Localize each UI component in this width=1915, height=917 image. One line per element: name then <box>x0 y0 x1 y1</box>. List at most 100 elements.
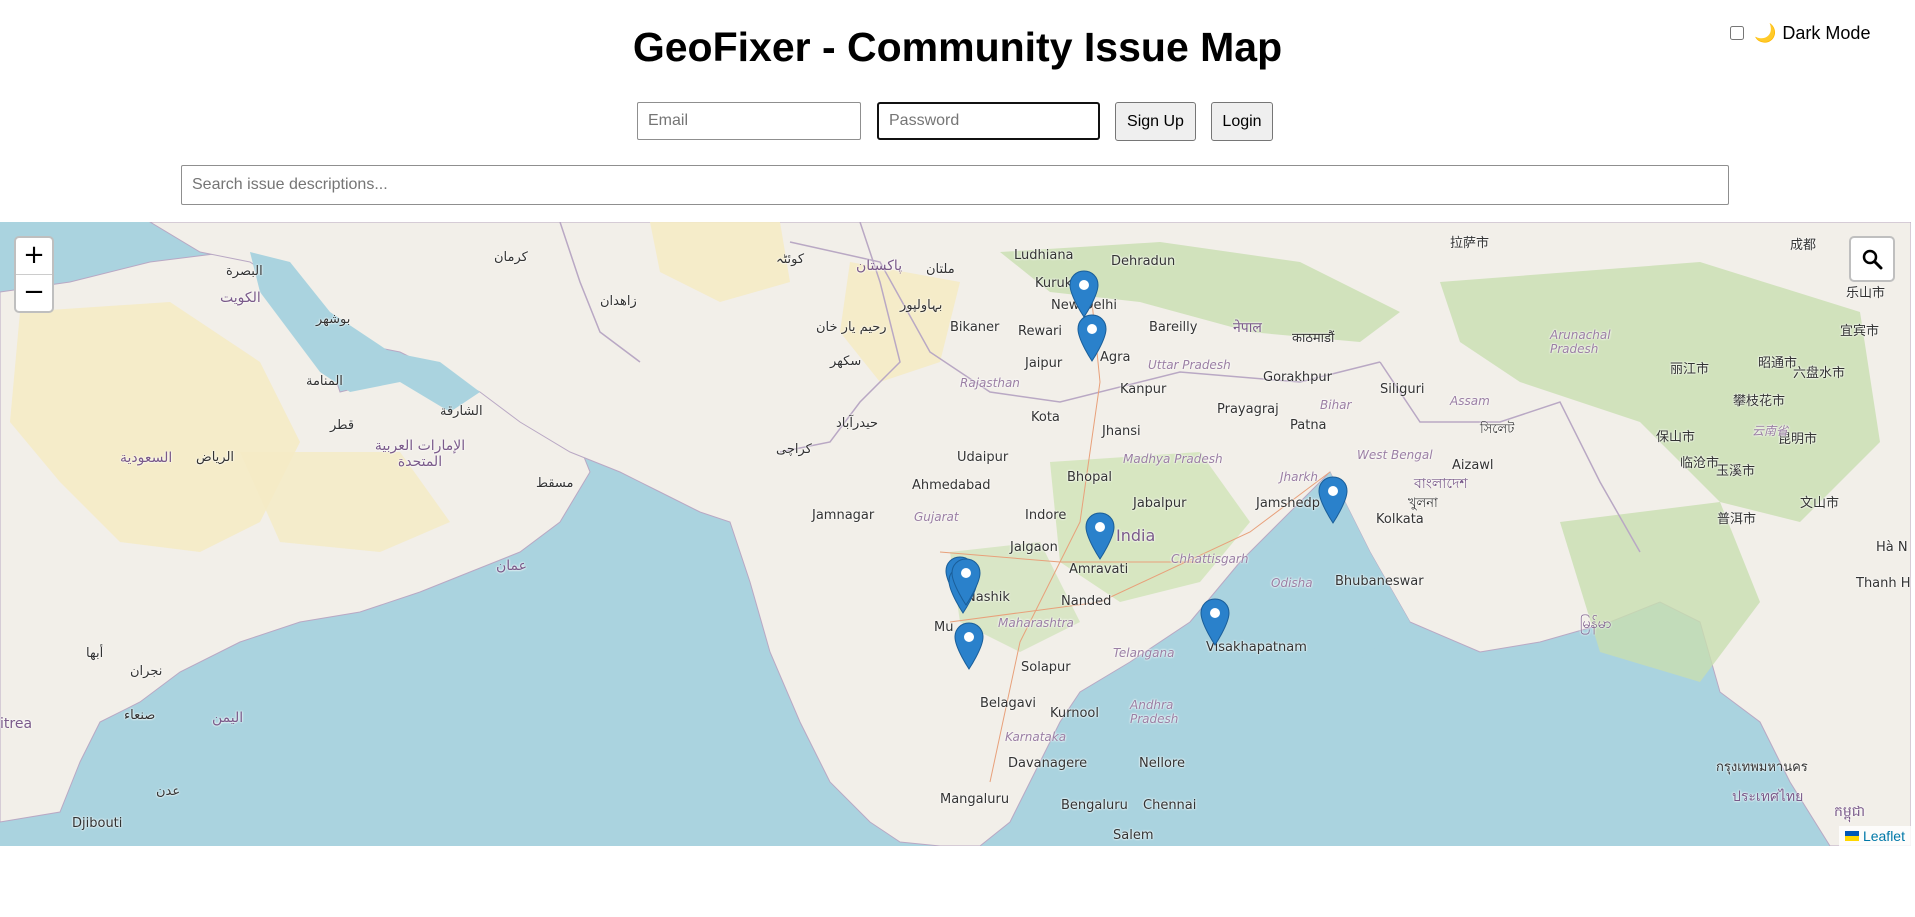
label-rajasthan: Rajasthan <box>960 376 1020 390</box>
ukraine-flag-icon <box>1844 831 1859 841</box>
label-kurukshetra: Kuruk <box>1035 276 1073 291</box>
label-zhaotong: 昭通市 <box>1758 356 1798 371</box>
label-rewari: Rewari <box>1018 324 1063 339</box>
label-cambodia: កម្ពុជា <box>1834 804 1866 820</box>
label-saudi: السعودية <box>120 450 173 466</box>
label-jamshedpur: Jamshedp <box>1256 496 1320 511</box>
label-sanaa: صنعاء <box>124 708 156 723</box>
label-jamnagar: Jamnagar <box>812 508 875 523</box>
label-nellore: Nellore <box>1139 756 1185 771</box>
label-yunnan: 云南省 <box>1752 424 1789 438</box>
label-djibouti: Djibouti <box>72 816 123 831</box>
label-bihar: Bihar <box>1320 398 1352 412</box>
label-lincang: 临沧市 <box>1680 456 1720 471</box>
label-bhopal: Bhopal <box>1067 470 1112 485</box>
label-quetta: کوئٹہ <box>776 252 805 267</box>
label-uae: الإمارات العربية المتحدة <box>374 438 466 470</box>
label-west-bengal: West Bengal <box>1357 448 1433 462</box>
zoom-control: + − <box>14 236 54 313</box>
label-kota: Kota <box>1031 410 1060 425</box>
zoom-out-button[interactable]: − <box>16 274 52 311</box>
label-amravati: Amravati <box>1069 562 1129 577</box>
label-jalgaon: Jalgaon <box>1010 540 1058 555</box>
label-bikaner: Bikaner <box>950 320 1000 335</box>
label-india: India <box>1116 526 1156 545</box>
label-yemen: اليمن <box>212 710 244 726</box>
label-kerman: کرمان <box>494 250 528 265</box>
label-kathmandu: काठमाडौं <box>1292 331 1335 346</box>
label-thailand: ประเทศไทย <box>1732 789 1804 805</box>
dark-mode-checkbox[interactable] <box>1730 26 1744 40</box>
map-attribution: Leaflet <box>1838 826 1911 846</box>
label-bangladesh: বাংলাদেশ <box>1414 476 1468 492</box>
label-basra: البصرة <box>226 264 263 279</box>
label-ahmedabad: Ahmedabad <box>912 478 991 493</box>
dark-mode-label: Dark Mode <box>1782 22 1871 43</box>
issue-marker[interactable] <box>1200 598 1230 646</box>
page-title: GeoFixer - Community Issue Map <box>632 24 1283 70</box>
dark-mode-toggle[interactable]: 🌙 Dark Mode <box>1730 21 1870 45</box>
label-baoshan: 保山市 <box>1656 430 1696 445</box>
password-field[interactable] <box>877 102 1100 140</box>
label-qatar: قطر <box>330 418 355 433</box>
label-davanagere: Davanagere <box>1008 756 1088 771</box>
label-chennai: Chennai <box>1143 798 1197 813</box>
map-search-button[interactable] <box>1849 236 1895 282</box>
label-dehradun: Dehradun <box>1111 254 1176 269</box>
label-pakistan: پاکستان <box>856 258 903 274</box>
issue-marker[interactable] <box>1318 476 1348 524</box>
label-puer: 普洱市 <box>1717 512 1757 527</box>
label-thanh: Thanh H <box>1856 576 1911 591</box>
label-siliguri: Siliguri <box>1380 382 1425 397</box>
label-lhasa: 拉萨市 <box>1450 236 1490 251</box>
label-nepal: नेपाल <box>1233 320 1262 336</box>
issue-marker[interactable] <box>1069 270 1099 318</box>
label-rahim-yar-khan: رحیم یار خان <box>816 320 887 335</box>
label-sylhet: সিলেট <box>1480 422 1515 437</box>
label-ludhiana: Ludhiana <box>1014 248 1074 263</box>
label-abha: أبها <box>86 646 104 661</box>
leaflet-link[interactable]: Leaflet <box>1863 828 1905 844</box>
search-input[interactable] <box>181 165 1729 205</box>
label-panzhihua: 攀枝花市 <box>1733 394 1786 409</box>
issue-marker[interactable] <box>1077 314 1107 362</box>
label-muscat: مسقط <box>536 476 574 491</box>
label-gorakhpur: Gorakhpur <box>1263 370 1332 385</box>
moon-icon: 🌙 <box>1754 22 1777 43</box>
label-lijiang: 丽江市 <box>1670 362 1710 377</box>
label-mangaluru: Mangaluru <box>940 792 1010 807</box>
label-bangkok: กรุงเทพมหานคร <box>1716 760 1808 775</box>
label-salem: Salem <box>1113 828 1154 843</box>
label-myanmar: မြန်မာ <box>1580 616 1612 632</box>
signup-button[interactable]: Sign Up <box>1115 102 1196 141</box>
label-sharjah: الشارقة <box>440 404 483 419</box>
issue-marker[interactable] <box>954 622 984 670</box>
label-telangana: Telangana <box>1113 646 1175 660</box>
label-prayagraj: Prayagraj <box>1217 402 1279 417</box>
label-manama: المنامة <box>306 374 343 389</box>
login-button[interactable]: Login <box>1211 102 1273 141</box>
label-madhya-pradesh: Madhya Pradesh <box>1123 452 1223 466</box>
label-yibin: 宜宾市 <box>1840 324 1880 339</box>
label-jabalpur: Jabalpur <box>1133 496 1187 511</box>
label-sukkur: سکھر <box>830 354 862 369</box>
label-chengdu: 成都 <box>1790 238 1817 253</box>
issue-marker[interactable] <box>951 558 981 606</box>
label-hyderabad-pk: حیدرآباد <box>836 416 879 431</box>
label-eritrea: itrea <box>0 716 33 732</box>
label-zahedan: زاهدان <box>600 294 637 309</box>
email-field[interactable] <box>637 102 861 140</box>
zoom-in-button[interactable]: + <box>16 238 52 274</box>
label-belagavi: Belagavi <box>980 696 1037 711</box>
label-mumbai: Mu <box>934 620 954 635</box>
label-patna: Patna <box>1290 418 1327 433</box>
issue-marker[interactable] <box>1085 512 1115 560</box>
label-uttar-pradesh: Uttar Pradesh <box>1148 358 1231 372</box>
label-multan: ملتان <box>926 262 955 277</box>
label-bhubaneswar: Bhubaneswar <box>1335 574 1424 589</box>
map[interactable]: Ludhiana Dehradun Kuruk New Delhi Bikane… <box>0 222 1911 846</box>
label-solapur: Solapur <box>1021 660 1071 675</box>
label-aden: عدن <box>156 784 181 799</box>
label-chhattisgarh: Chhattisgarh <box>1171 552 1249 566</box>
label-bengaluru: Bengaluru <box>1061 798 1128 813</box>
